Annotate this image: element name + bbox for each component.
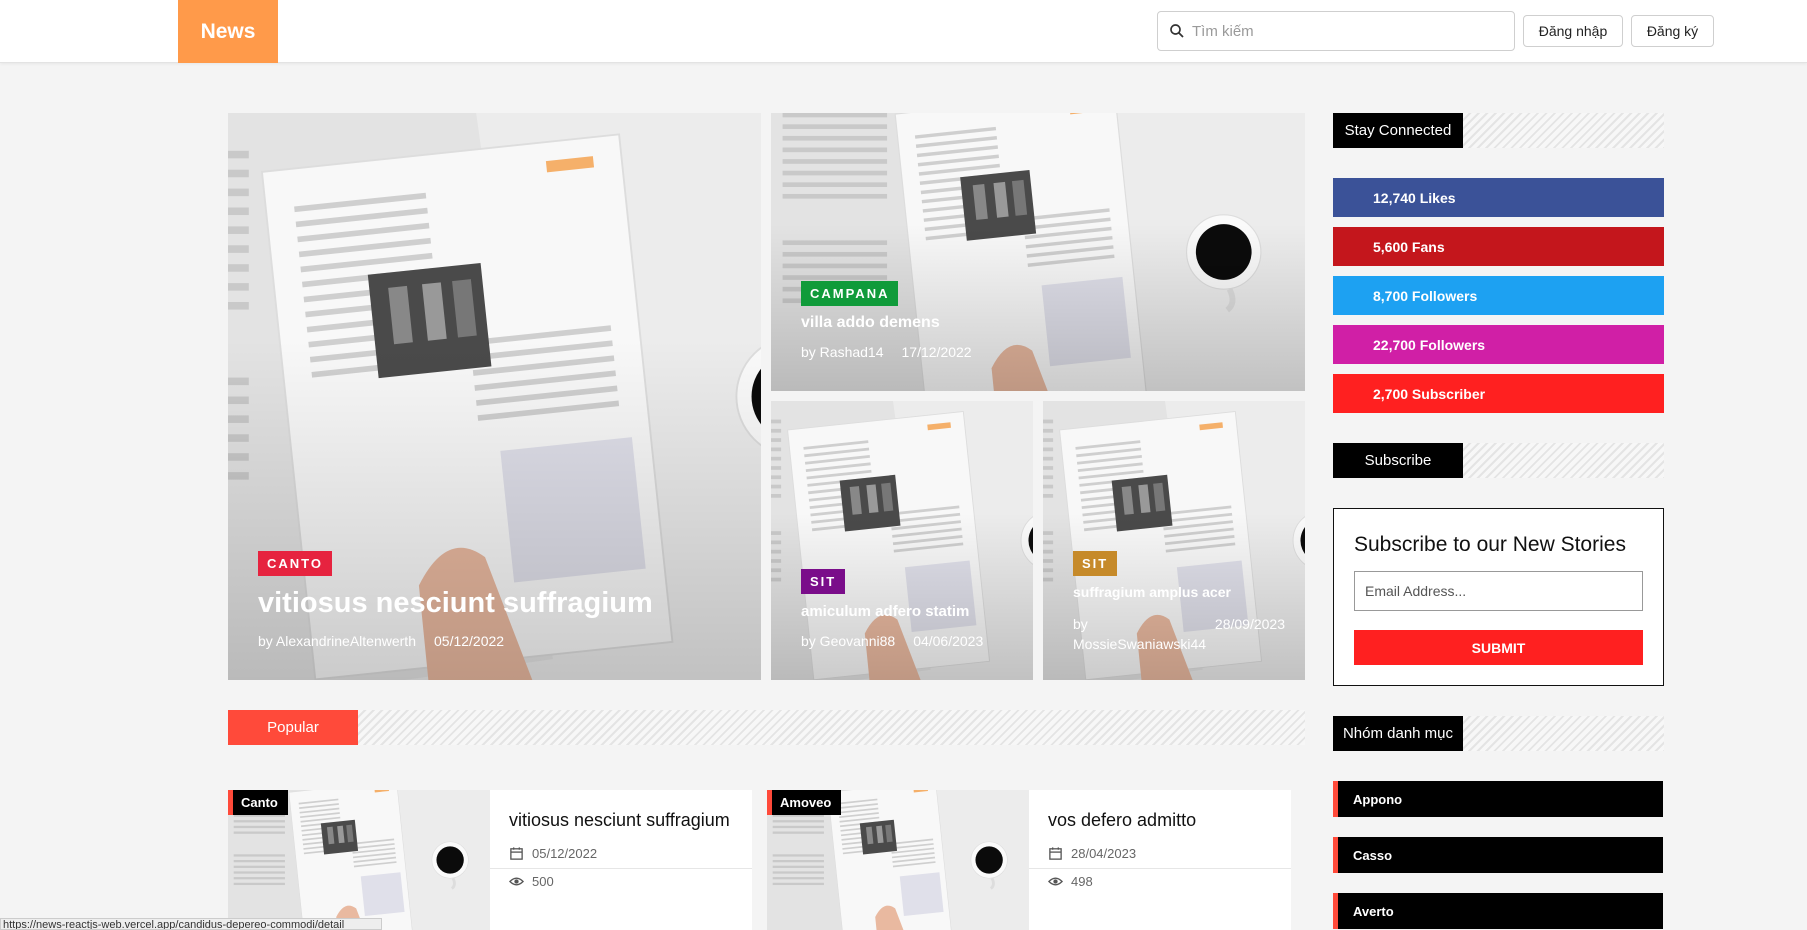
hero-main-tag[interactable]: CANTO [258, 551, 332, 576]
popular-label: Popular [228, 710, 358, 745]
stay-connected-heading: Stay Connected [1333, 113, 1664, 148]
hero-bottom-right-card[interactable]: SIT suffragium amplus acer by MossieSwan… [1043, 401, 1305, 680]
facebook-likes-button[interactable]: 12,740 Likes [1333, 178, 1664, 217]
login-button[interactable]: Đăng nhập [1523, 15, 1623, 47]
email-field[interactable] [1354, 571, 1643, 611]
calendar-icon [510, 847, 523, 860]
hero-bottom-left-author[interactable]: by Geovanni88 [801, 633, 895, 649]
youtube-subscriber-button[interactable]: 2,700 Subscriber [1333, 374, 1664, 413]
hero-top-right-card[interactable]: CAMPANA villa addo demens by Rashad14 17/… [771, 113, 1305, 391]
hero-main-date: 05/12/2022 [434, 633, 505, 649]
twitter-followers-button[interactable]: 8,700 Followers [1333, 276, 1664, 315]
eye-icon [509, 877, 524, 886]
instagram-followers-button[interactable]: 22,700 Followers [1333, 325, 1664, 364]
popular-card-tag[interactable]: Canto [228, 790, 288, 815]
subscribe-title: Subscribe to our New Stories [1354, 533, 1626, 556]
search-input[interactable] [1192, 22, 1492, 40]
eye-icon [1048, 877, 1063, 886]
popular-card-title[interactable]: vitiosus nesciunt suffragium [509, 810, 730, 831]
submit-button[interactable]: SUBMIT [1354, 630, 1643, 665]
hero-bottom-right-tag[interactable]: SIT [1073, 551, 1118, 576]
hero-bottom-right-date: 28/09/2023 [1214, 616, 1285, 632]
hero-top-right-date: 17/12/2022 [901, 344, 972, 360]
hero-bottom-right-meta: by MossieSwaniawski44 28/09/2023 [1073, 614, 1285, 654]
top-header: News Đăng nhập Đăng ký [0, 0, 1807, 63]
popular-card-tag[interactable]: Amoveo [767, 790, 842, 815]
calendar-icon [1049, 847, 1062, 860]
subscribe-heading: Subscribe [1333, 443, 1664, 478]
hero-bottom-right-title[interactable]: suffragium amplus acer [1073, 584, 1231, 600]
fans-button[interactable]: 5,600 Fans [1333, 227, 1664, 266]
popular-card[interactable]: Canto vitiosus nesciunt suffragium 05/12… [228, 790, 752, 930]
hero-bottom-right-author[interactable]: by MossieSwaniawski44 [1073, 614, 1206, 654]
subscribe-label: Subscribe [1333, 443, 1463, 478]
popular-heading: Popular [228, 710, 1305, 745]
hero-main-card[interactable]: CANTO vitiosus nesciunt suffragium by Al… [228, 113, 761, 680]
hero-main-title[interactable]: vitiosus nesciunt suffragium [258, 587, 653, 620]
hero-main-meta: by AlexandrineAltenwerth 05/12/2022 [258, 633, 522, 649]
category-item[interactable]: Averto [1333, 893, 1663, 929]
hero-bottom-left-tag[interactable]: SIT [801, 569, 846, 594]
popular-card-date: 05/12/2022 [509, 846, 597, 861]
hero-top-right-author[interactable]: by Rashad14 [801, 344, 884, 360]
categories-heading: Nhóm danh mục [1333, 716, 1664, 751]
hero-top-right-meta: by Rashad14 17/12/2022 [801, 344, 990, 360]
browser-status-url: https://news-reactjs-web.vercel.app/cand… [0, 918, 382, 930]
hero-main-author[interactable]: by AlexandrineAltenwerth [258, 633, 416, 649]
category-item[interactable]: Appono [1333, 781, 1663, 817]
subscribe-box: Subscribe to our New Stories SUBMIT [1333, 508, 1664, 686]
hero-bottom-left-date: 04/06/2023 [913, 633, 984, 649]
popular-card-title[interactable]: vos defero admitto [1048, 810, 1196, 831]
search-box[interactable] [1157, 11, 1515, 51]
search-icon [1170, 24, 1184, 38]
hero-bottom-left-title[interactable]: amiculum adfero statim [801, 603, 969, 620]
popular-card-views: 498 [1048, 874, 1093, 889]
stay-connected-label: Stay Connected [1333, 113, 1463, 148]
site-logo[interactable]: News [178, 0, 278, 63]
categories-label: Nhóm danh mục [1333, 716, 1463, 751]
popular-card-date: 28/04/2023 [1048, 846, 1136, 861]
popular-card-views: 500 [509, 874, 554, 889]
hero-top-right-title[interactable]: villa addo demens [801, 314, 940, 332]
hero-top-right-tag[interactable]: CAMPANA [801, 281, 899, 306]
register-button[interactable]: Đăng ký [1631, 15, 1714, 47]
category-item[interactable]: Casso [1333, 837, 1663, 873]
hero-bottom-left-card[interactable]: SIT amiculum adfero statim by Geovanni88… [771, 401, 1033, 680]
popular-card[interactable]: Amoveo vos defero admitto 28/04/2023 498 [767, 790, 1291, 930]
hero-bottom-left-meta: by Geovanni88 04/06/2023 [801, 633, 1001, 649]
